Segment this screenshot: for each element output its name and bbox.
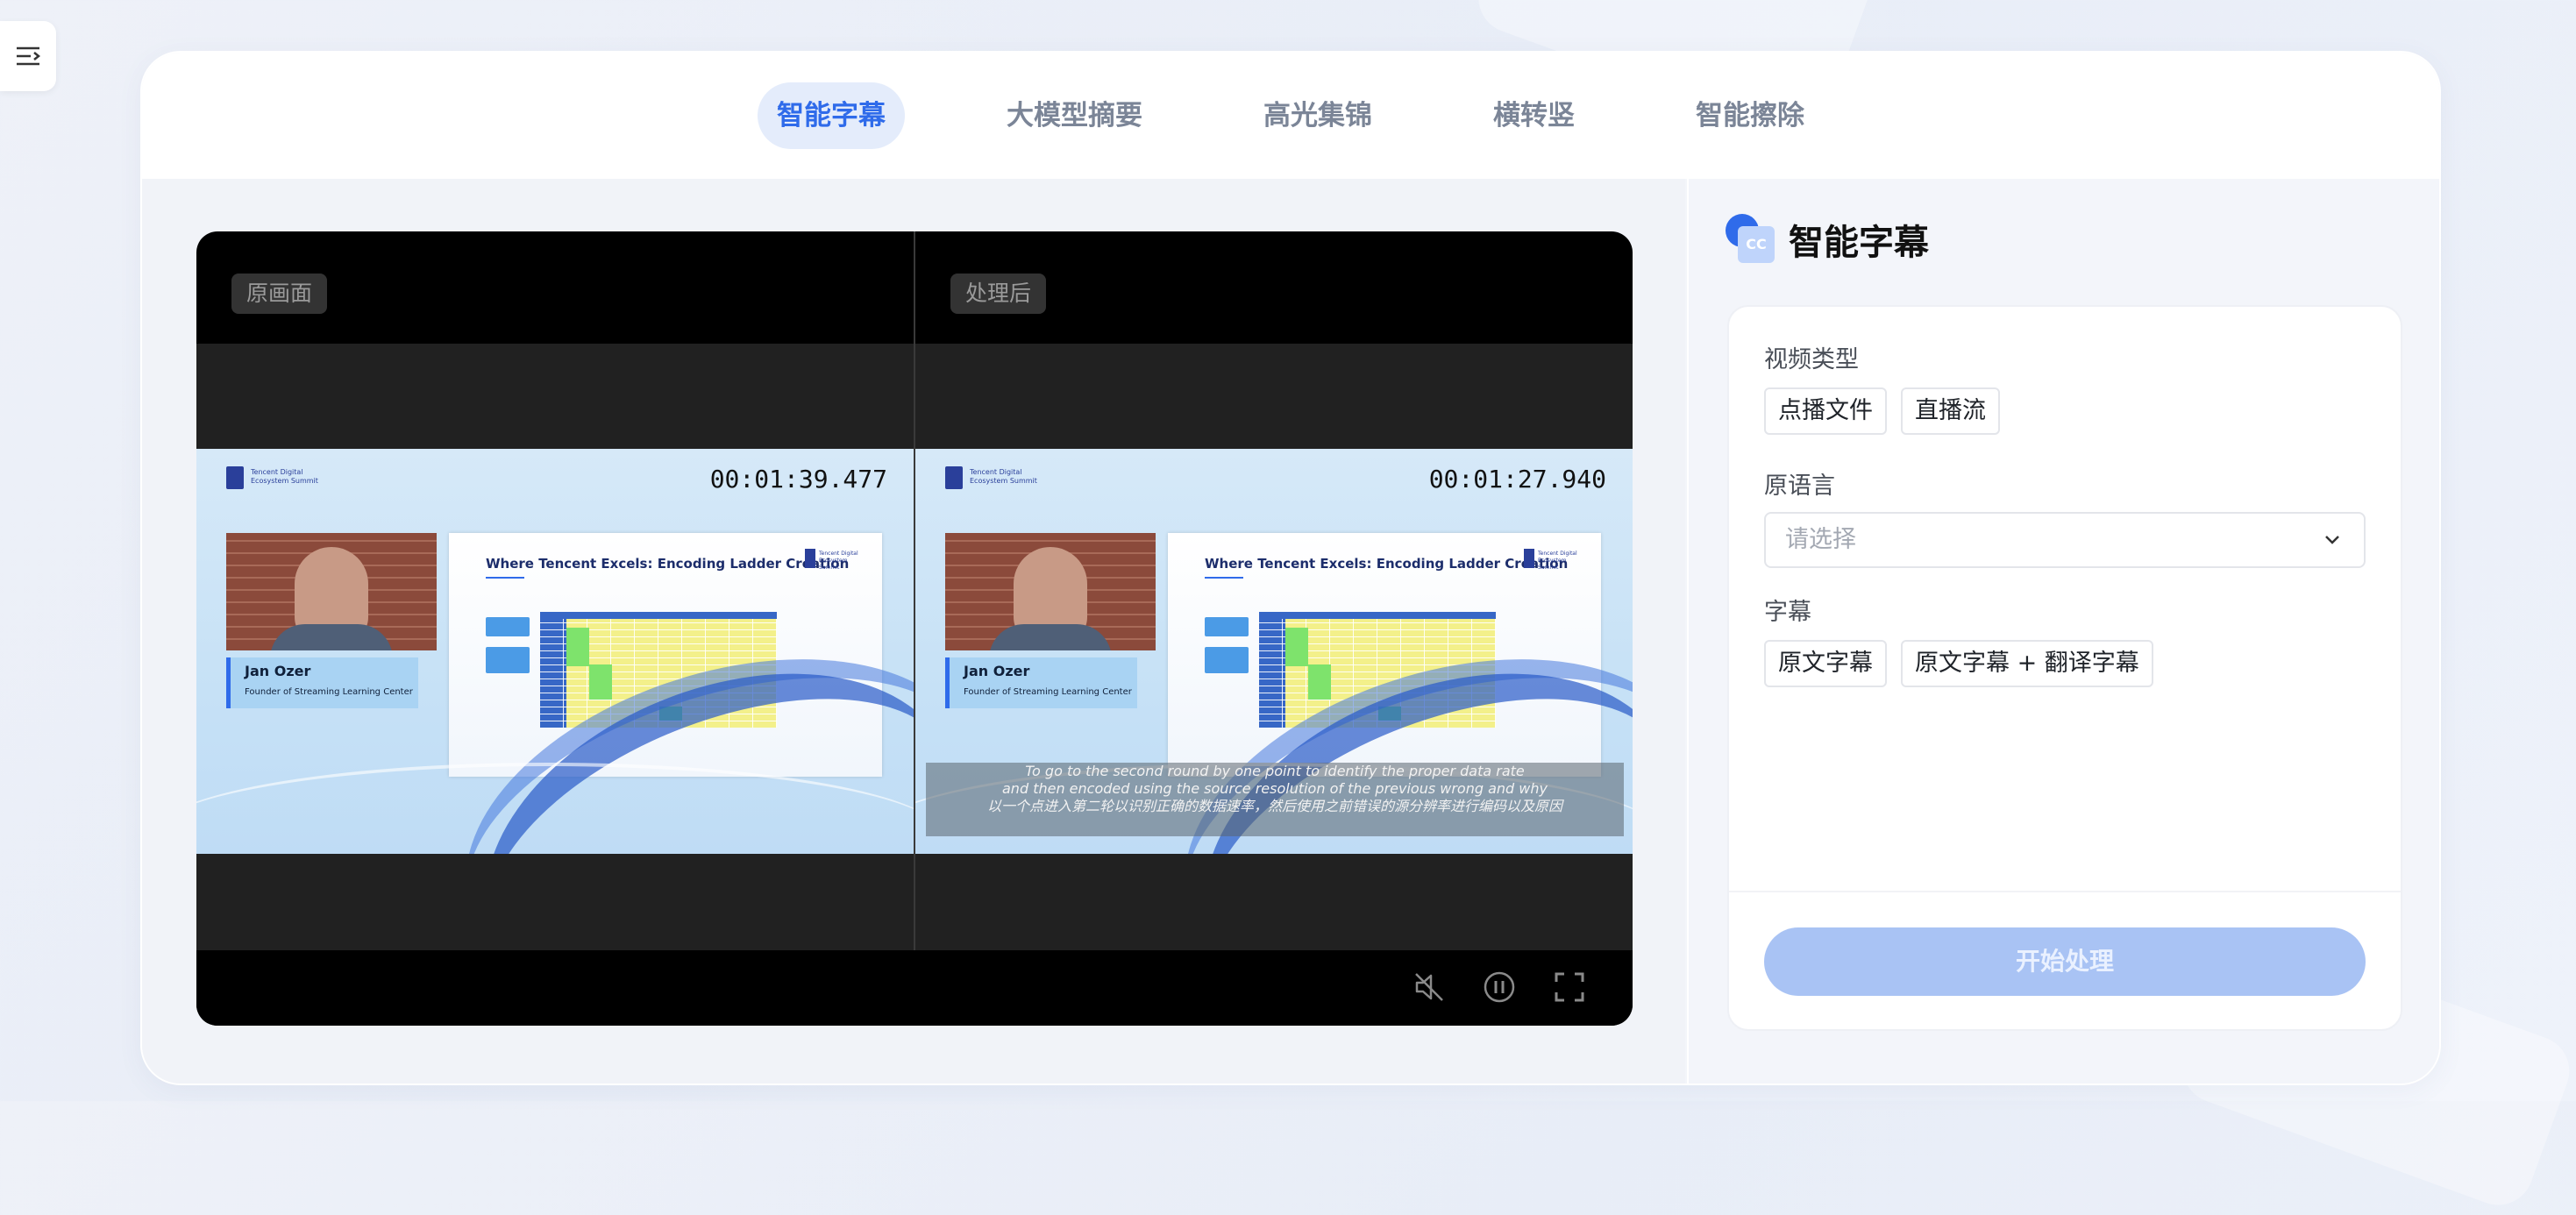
tab-highlights[interactable]: 高光集锦 — [1244, 82, 1391, 149]
event-logo-text: Tencent Digital Ecosystem Summit — [970, 468, 1037, 485]
slide-title-underline — [486, 577, 524, 579]
settings-pane: CC 智能字幕 视频类型 点播文件 直播流 原语言 请选择 字幕 原文字幕 原文… — [1687, 179, 2439, 1084]
menu-collapse-icon — [17, 46, 41, 66]
timecode-processed: 00:01:27.940 — [1428, 465, 1606, 494]
timecode-original: 00:01:39.477 — [709, 465, 887, 494]
select-placeholder: 请选择 — [1785, 526, 1856, 553]
main-card: 智能字幕 大模型摘要 高光集锦 横转竖 智能擦除 Tencent Digital… — [140, 51, 2441, 1085]
panel-header: CC 智能字幕 — [1726, 214, 1929, 265]
chevron-down-icon — [2325, 536, 2339, 544]
option-live-stream[interactable]: 直播流 — [1901, 387, 2000, 435]
tab-bar: 智能字幕 大模型摘要 高光集锦 横转竖 智能擦除 — [142, 53, 2439, 179]
slide-logo: Tencent Digital Ecosystem Summit — [1524, 549, 1587, 572]
slide-title: Where Tencent Excels: Encoding Ladder Cr… — [1205, 556, 1569, 572]
tab-llm-summary[interactable]: 大模型摘要 — [987, 82, 1162, 149]
pause-button[interactable] — [1482, 970, 1517, 1005]
preview-pane: Tencent Digital Ecosystem Summit 00:01:3… — [142, 179, 1685, 1084]
panel-title: 智能字幕 — [1789, 223, 1929, 263]
event-logo — [226, 466, 244, 489]
option-vod-file[interactable]: 点播文件 — [1764, 387, 1887, 435]
mute-button[interactable] — [1412, 970, 1447, 1005]
original-view: Tencent Digital Ecosystem Summit 00:01:3… — [196, 231, 914, 950]
event-logo — [945, 466, 963, 489]
settings-form: 视频类型 点播文件 直播流 原语言 请选择 字幕 原文字幕 原文字幕 + 翻译字… — [1727, 305, 2402, 1031]
form-footer: 开始处理 — [1729, 891, 2401, 1029]
speaker-title: Founder of Streaming Learning Center — [964, 687, 1132, 697]
option-bilingual-subtitles[interactable]: 原文字幕 + 翻译字幕 — [1901, 640, 2153, 687]
sidebar-toggle-button[interactable] — [0, 21, 56, 91]
slide-logo: Tencent Digital Ecosystem Summit — [805, 549, 868, 572]
video-type-label: 视频类型 — [1764, 346, 1859, 373]
start-processing-button[interactable]: 开始处理 — [1764, 927, 2366, 996]
speaker-namecard: Jan Ozer Founder of Streaming Learning C… — [945, 657, 1137, 708]
slide-note — [486, 647, 530, 673]
burned-subtitle: To go to the second round by one point t… — [926, 763, 1624, 836]
video-frame-processed: Tencent Digital Ecosystem Summit 00:01:2… — [915, 449, 1633, 854]
speaker-name: Jan Ozer — [964, 663, 1030, 679]
fullscreen-icon — [1555, 972, 1584, 1002]
fullscreen-button[interactable] — [1552, 970, 1587, 1005]
slide-title: Where Tencent Excels: Encoding Ladder Cr… — [486, 556, 850, 572]
source-language-label: 原语言 — [1764, 472, 1835, 500]
subtitle-line: 以一个点进入第二轮以识别正确的数据速率，然后使用之前错误的源分辨率进行编码以及原… — [986, 798, 1562, 814]
speaker-title: Founder of Streaming Learning Center — [245, 687, 413, 697]
slide-note — [486, 617, 530, 636]
speaker-camera — [226, 533, 437, 650]
speaker-body — [989, 624, 1112, 650]
subtitle-line: To go to the second round by one point t… — [1025, 763, 1525, 779]
original-label: 原画面 — [231, 274, 328, 314]
speaker-camera — [945, 533, 1156, 650]
slide-title-underline — [1205, 577, 1243, 579]
subtitle-line: and then encoded using the source resolu… — [1002, 780, 1548, 797]
tab-smart-subtitles[interactable]: 智能字幕 — [758, 82, 905, 149]
speaker-name: Jan Ozer — [245, 663, 311, 679]
player-controls — [196, 950, 1633, 1026]
tab-landscape-to-portrait[interactable]: 横转竖 — [1474, 82, 1594, 149]
letterbox-band — [915, 344, 1633, 449]
tab-smart-erase[interactable]: 智能擦除 — [1676, 82, 1824, 149]
processed-view: Tencent Digital Ecosystem Summit 00:01:2… — [915, 231, 1633, 950]
letterbox-band — [196, 344, 914, 449]
source-language-select[interactable]: 请选择 — [1764, 512, 2366, 568]
speaker-namecard: Jan Ozer Founder of Streaming Learning C… — [226, 657, 418, 708]
subtitle-cc-icon: CC — [1726, 214, 1778, 265]
video-frame-original: Tencent Digital Ecosystem Summit 00:01:3… — [196, 449, 914, 854]
slide-note — [1205, 647, 1249, 673]
comparison-player[interactable]: Tencent Digital Ecosystem Summit 00:01:3… — [196, 231, 1633, 1026]
event-logo-text: Tencent Digital Ecosystem Summit — [251, 468, 318, 485]
pause-icon — [1484, 971, 1515, 1003]
option-original-subtitles[interactable]: 原文字幕 — [1764, 640, 1887, 687]
mute-icon — [1415, 973, 1443, 1001]
processed-label: 处理后 — [950, 274, 1047, 314]
slide-note — [1205, 617, 1249, 636]
speaker-body — [270, 624, 393, 650]
letterbox-band — [915, 854, 1633, 950]
letterbox-band — [196, 854, 914, 950]
subtitle-type-label: 字幕 — [1764, 599, 1811, 626]
